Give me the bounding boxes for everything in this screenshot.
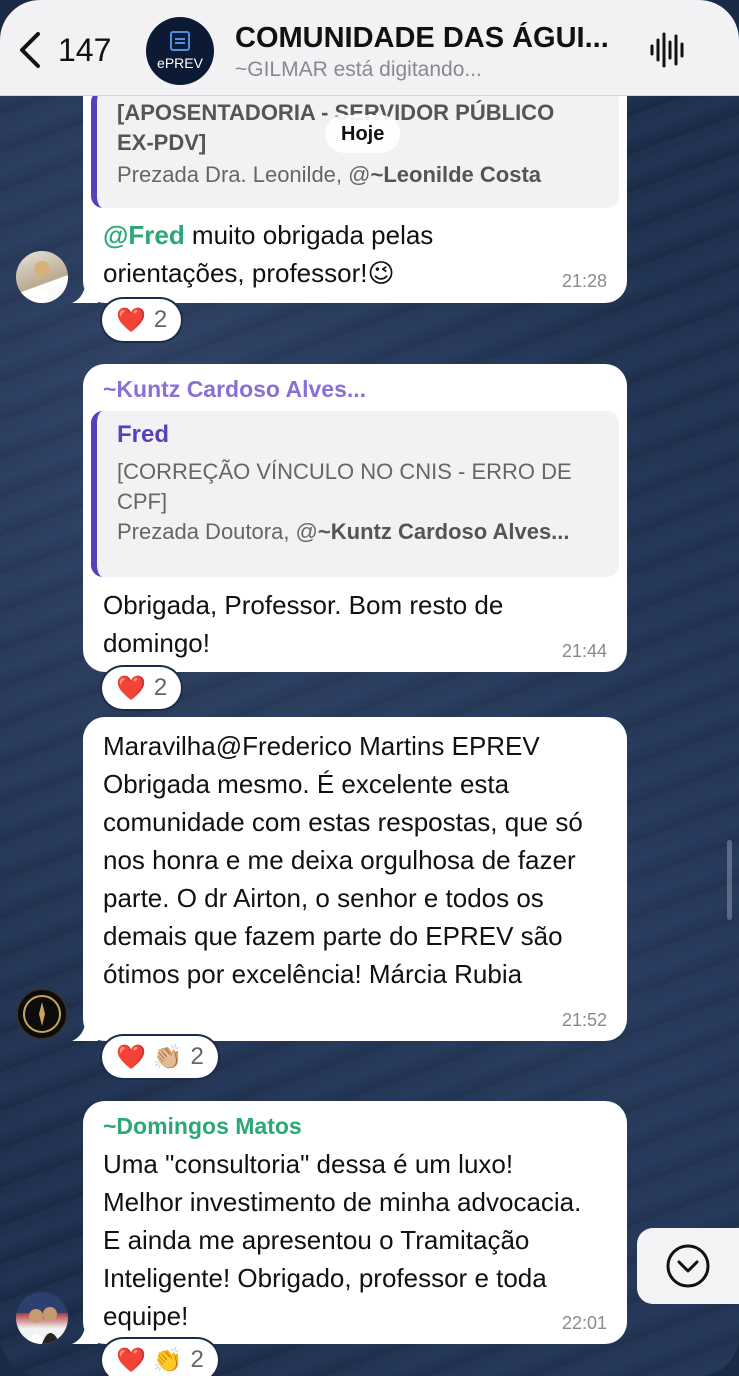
chevron-left-icon[interactable] (14, 30, 48, 70)
avatar[interactable] (16, 1292, 68, 1344)
date-divider: Hoje (325, 115, 401, 153)
chat-header: 147 ePREV COMUNIDADE DAS ÁGUI... ~GILMAR… (0, 0, 739, 96)
typing-status: ~GILMAR está digitando... (235, 58, 482, 81)
message-bubble[interactable]: Maravilha@Frederico Martins EPREV Obriga… (83, 717, 627, 1041)
message-text: @Fred muito obrigada pelas orientações, … (103, 220, 434, 288)
sender-name[interactable]: ~Domingos Matos (103, 1113, 302, 1140)
reaction-count: 2 (190, 1043, 204, 1070)
quote-body: Prezada Doutora, @~Kuntz Cardoso Alves..… (117, 519, 570, 544)
group-logo-text: ePREV (157, 55, 203, 71)
message-time: 21:44 (561, 641, 607, 661)
reaction-chip[interactable]: ❤️ 👏 2 (102, 1339, 218, 1376)
eprev-logo-icon (170, 31, 190, 51)
reaction-emoji: ❤️ (116, 674, 146, 702)
chevron-down-circle-icon (666, 1244, 710, 1288)
message-bubble[interactable]: ~Domingos Matos Uma "consultoria" dessa … (83, 1101, 627, 1344)
message-bubble[interactable]: [APOSENTADORIA - SERVIDOR PÚBLICO EX-PDV… (83, 60, 627, 303)
message-bubble[interactable]: ~Kuntz Cardoso Alves... Fred [CORREÇÃO V… (83, 364, 627, 672)
reaction-emoji: ❤️ (116, 306, 146, 334)
reaction-emoji: ❤️ 👏🏼 (116, 1043, 183, 1071)
waveform-icon[interactable] (648, 30, 688, 70)
scroll-to-bottom-button[interactable] (637, 1228, 739, 1304)
avatar[interactable] (16, 988, 68, 1040)
bubble-tail (72, 277, 98, 303)
quote-body: Prezada Dra. Leonilde, @~Leonilde Costa (117, 162, 542, 187)
reaction-chip[interactable]: ❤️ 👏🏼 2 (102, 1036, 218, 1078)
message-text: Uma "consultoria" dessa é um luxo! Melho… (103, 1149, 582, 1331)
message-time: 22:01 (561, 1313, 607, 1333)
sender-name[interactable]: ~Kuntz Cardoso Alves... (103, 376, 366, 403)
back-unread-count[interactable]: 147 (58, 32, 111, 69)
quote-title: [CORREÇÃO VÍNCULO NO CNIS - ERRO DE CPF] (117, 459, 572, 514)
group-avatar[interactable]: ePREV (146, 17, 214, 85)
reaction-count: 2 (153, 674, 168, 701)
scrollbar[interactable] (727, 840, 732, 920)
bubble-tail (72, 1318, 98, 1344)
reaction-chip[interactable]: ❤️ 2 (102, 299, 182, 341)
reaction-emoji: ❤️ 👏 (116, 1346, 183, 1374)
message-time: 21:28 (561, 271, 607, 291)
reaction-count: 2 (153, 306, 168, 333)
message-text: Maravilha@Frederico Martins EPREV Obriga… (103, 731, 583, 989)
quoted-message[interactable]: Fred [CORREÇÃO VÍNCULO NO CNIS - ERRO DE… (91, 411, 619, 577)
quote-sender: Fred (117, 421, 170, 448)
chat-title[interactable]: COMUNIDADE DAS ÁGUI... (235, 22, 635, 55)
message-text: Obrigada, Professor. Bom resto de doming… (103, 590, 504, 658)
bubble-tail (72, 1015, 98, 1041)
reaction-count: 2 (190, 1346, 204, 1373)
reaction-chip[interactable]: ❤️ 2 (102, 667, 182, 709)
chat-screen: 147 ePREV COMUNIDADE DAS ÁGUI... ~GILMAR… (0, 0, 739, 1376)
message-time: 21:52 (561, 1010, 607, 1030)
avatar[interactable] (16, 251, 68, 303)
mention[interactable]: @Fred (103, 220, 185, 250)
